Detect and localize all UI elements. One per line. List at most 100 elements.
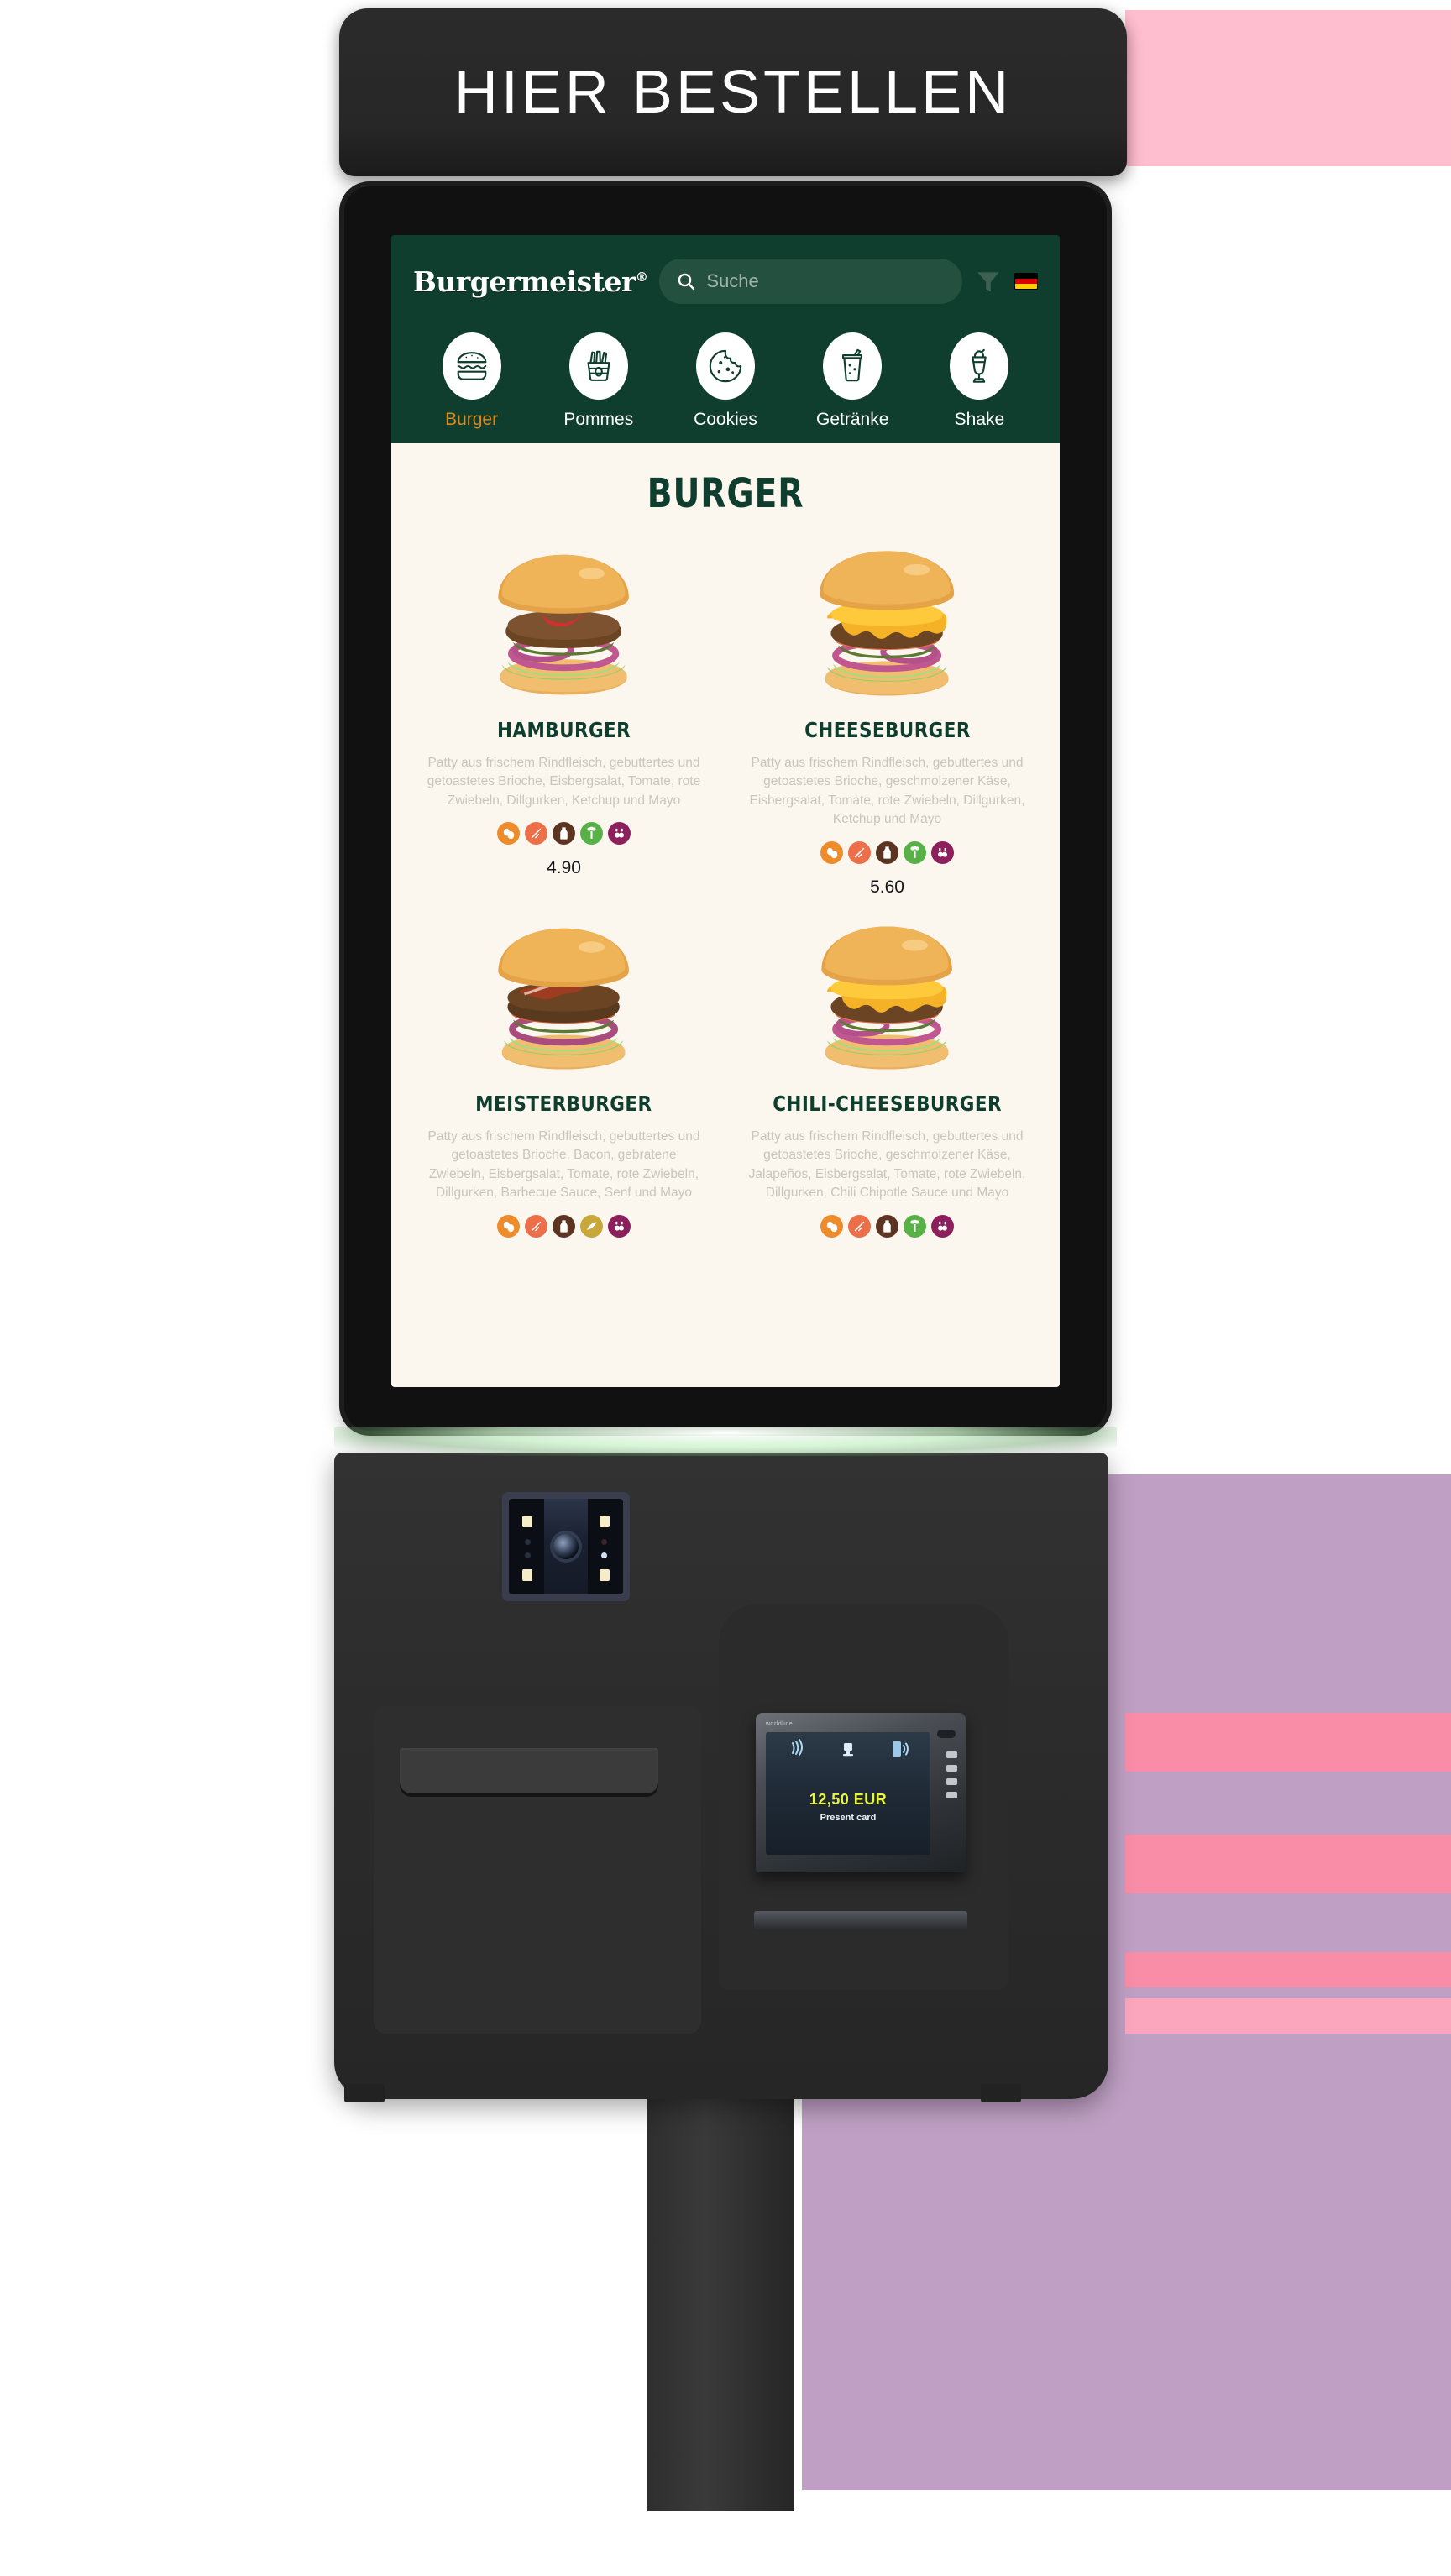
background-band-pink-2 [1125, 1835, 1451, 1893]
app-header-bar: Burgermeister® Suche [391, 235, 1060, 327]
screen-bottom-glow [334, 1427, 1117, 1456]
product-price: 4.90 [547, 858, 581, 878]
category-label: Cookies [694, 410, 757, 429]
card-payment-terminal[interactable]: worldline 12,50 EUR Present card [756, 1713, 966, 1872]
category-nav: Burger Pommes Cookies Getränke Shake [391, 327, 1060, 443]
terminal-key[interactable] [946, 1765, 957, 1772]
terminal-display: 12,50 EUR Present card [766, 1732, 930, 1855]
terminal-key[interactable] [946, 1792, 957, 1798]
background-band-pink-1 [1125, 1713, 1451, 1772]
brand-logo-text: Burgermeister [413, 264, 636, 298]
category-label: Getränke [816, 410, 889, 429]
category-item-getraenke[interactable]: Getränke [789, 332, 916, 430]
category-item-pommes[interactable]: Pommes [535, 332, 662, 430]
receipt-printer-slot[interactable] [400, 1748, 658, 1793]
background-band-pink-4 [1125, 1998, 1451, 2034]
allergen-egg-icon [497, 822, 520, 846]
allergen-celery-icon [904, 840, 926, 864]
kiosk-touchscreen[interactable]: Burgermeister® Suche Burger Pommes Cooki… [391, 235, 1060, 1387]
background-band-pink-3 [1125, 1952, 1451, 1987]
allergen-milk-icon [553, 822, 575, 846]
filter-funnel-icon[interactable] [974, 267, 1003, 296]
product-price: 5.60 [870, 877, 904, 897]
terminal-speaker [937, 1730, 956, 1738]
scanner-sensor-dot [601, 1552, 607, 1558]
card-reader-housing: worldline 12,50 EUR Present card [719, 1604, 1008, 1990]
category-item-burger[interactable]: Burger [408, 332, 535, 430]
card-insert-slot[interactable] [754, 1911, 967, 1929]
allergen-egg-icon [820, 1214, 843, 1238]
scanner-led [522, 1569, 532, 1581]
search-icon [678, 273, 695, 291]
kiosk-header-title: HIER BESTELLEN [453, 59, 1013, 126]
product-description: Patty aus frischem Rindfleisch, gebutter… [749, 756, 1025, 827]
qr-code-scanner[interactable] [502, 1492, 630, 1601]
allergen-mustard-icon [931, 840, 954, 864]
search-placeholder-text: Suche [706, 270, 759, 291]
search-input[interactable]: Suche [659, 259, 962, 304]
allergen-gluten-icon [848, 1214, 871, 1238]
allergen-list [820, 840, 954, 864]
hamburger-photo [411, 527, 716, 708]
scanner-sensor-dot [525, 1539, 531, 1545]
product-card[interactable]: MEISTERBURGER Patty aus frischem Rindfle… [406, 901, 721, 1251]
meisterburger-photo [411, 901, 716, 1081]
scanner-camera-lens [553, 1534, 579, 1559]
terminal-amount: 12,50 EUR [809, 1791, 888, 1808]
terminal-key[interactable] [946, 1778, 957, 1785]
category-item-cookies[interactable]: Cookies [662, 332, 788, 430]
product-card[interactable]: HAMBURGER Patty aus frischem Rindfleisch… [406, 527, 721, 898]
product-name: HAMBURGER [496, 718, 631, 742]
allergen-egg-icon [497, 1214, 520, 1238]
product-name: MEISTERBURGER [475, 1091, 652, 1116]
allergen-gluten-icon [525, 822, 547, 846]
kiosk-pedestal-column [647, 2091, 794, 2511]
allergen-gluten-icon [848, 840, 871, 864]
scanner-lens-strip [544, 1499, 588, 1594]
german-flag-icon[interactable] [1014, 273, 1038, 290]
category-item-shake[interactable]: Shake [916, 332, 1043, 430]
allergen-mustard-icon [608, 1214, 631, 1238]
terminal-side-keys[interactable] [946, 1751, 957, 1798]
allergen-soy-icon [580, 1214, 603, 1238]
allergen-gluten-icon [525, 1214, 547, 1238]
section-title: BURGER [647, 470, 804, 517]
scanner-window [509, 1499, 623, 1594]
background-band-pink-top [1125, 10, 1451, 166]
burger-icon [442, 332, 501, 400]
kiosk-screen-bezel: Burgermeister® Suche Burger Pommes Cooki… [344, 186, 1107, 1431]
scanner-led [522, 1516, 532, 1527]
product-card[interactable]: CHILI-CHEESEBURGER Patty aus frischem Ri… [730, 901, 1045, 1251]
terminal-hint-text: Present card [820, 1813, 877, 1823]
brand-logo: Burgermeister® [413, 264, 648, 298]
terminal-payment-icons [771, 1739, 925, 1759]
product-card[interactable]: CHEESEBURGER Patty aus frischem Rindflei… [730, 527, 1045, 898]
allergen-milk-icon [553, 1214, 575, 1238]
product-name: CHILI-CHEESEBURGER [773, 1091, 1002, 1116]
terminal-key[interactable] [946, 1751, 957, 1758]
allergen-mustard-icon [931, 1214, 954, 1238]
category-label: Shake [954, 410, 1005, 429]
allergen-celery-icon [580, 822, 603, 846]
kiosk-foot-tab-left [344, 2084, 385, 2102]
chili-cheeseburger-photo [735, 901, 1040, 1081]
nfc-phone-icon [893, 1741, 909, 1757]
product-description: Patty aus frischem Rindfleisch, gebutter… [427, 756, 701, 808]
product-description: Patty aus frischem Rindfleisch, gebutter… [427, 1128, 700, 1201]
receipt-printer-panel [374, 1706, 701, 2034]
category-label: Burger [445, 410, 499, 429]
kiosk-foot-tab-right [981, 2084, 1021, 2102]
scanner-sensor-dot [525, 1552, 531, 1558]
background-band-purple-bottom [802, 2129, 1451, 2490]
allergen-egg-icon [820, 840, 843, 864]
drink-cup-icon [823, 332, 883, 400]
scanner-sensor-dot [601, 1539, 607, 1545]
category-label: Pommes [563, 410, 634, 429]
cheeseburger-photo [735, 527, 1040, 708]
allergen-milk-icon [876, 1214, 898, 1238]
terminal-brand-label: worldline [766, 1721, 794, 1727]
milkshake-icon [950, 332, 1009, 400]
allergen-list [497, 1214, 631, 1238]
allergen-milk-icon [876, 840, 898, 864]
scanner-led [600, 1569, 610, 1581]
